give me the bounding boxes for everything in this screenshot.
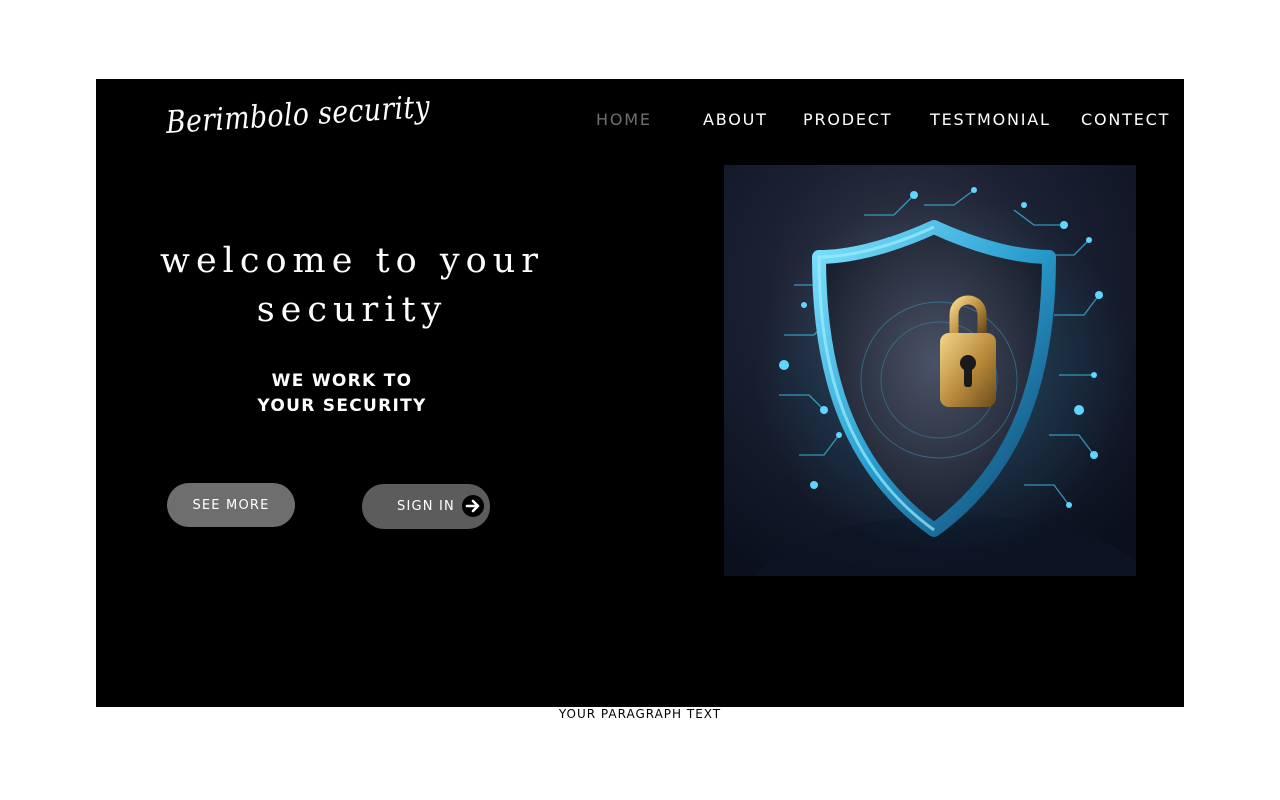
see-more-button[interactable]: SEE MORE [167, 483, 295, 527]
shield-padlock-image [724, 165, 1136, 576]
shield-padlock-icon [724, 165, 1136, 576]
nav-prodect[interactable]: PRODECT [803, 110, 892, 129]
nav-home[interactable]: HOME [596, 110, 652, 129]
hero-subtitle: WE WORK TO YOUR SECURITY [257, 371, 427, 416]
nav-testmonial[interactable]: TESTMONIAL [930, 110, 1051, 129]
arrow-right-icon [462, 495, 484, 517]
hero-banner: Berimbolo security HOME ABOUT PRODECT TE… [96, 79, 1184, 707]
brand-logo[interactable]: Berimbolo security [165, 89, 431, 141]
nav-about[interactable]: ABOUT [703, 110, 768, 129]
see-more-label: SEE MORE [192, 497, 270, 513]
sign-in-button[interactable]: SIGN IN [362, 484, 490, 529]
paragraph-text: YOUR PARAGRAPH TEXT [558, 707, 722, 721]
nav-contect[interactable]: CONTECT [1081, 110, 1170, 129]
sign-in-label: SIGN IN [397, 499, 455, 514]
hero-title: welcome to your security [160, 241, 544, 330]
